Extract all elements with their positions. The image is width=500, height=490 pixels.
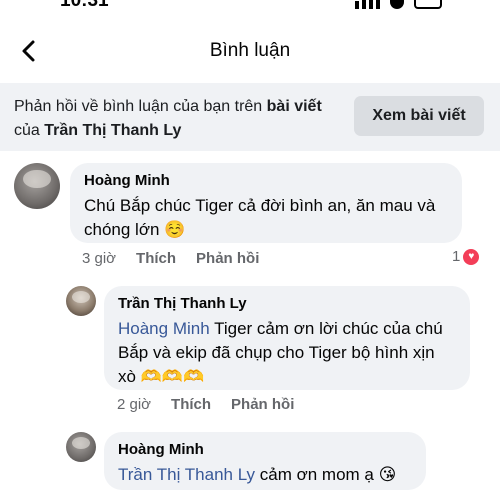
nav-header: Bình luận (0, 22, 500, 80)
mention-link[interactable]: Hoàng Minh (118, 319, 210, 338)
comment-author[interactable]: Hoàng Minh (84, 172, 448, 190)
reaction-count-value: 1 (452, 248, 461, 265)
signal-icon (355, 0, 380, 9)
like-button[interactable]: Thích (171, 396, 211, 413)
mention-link[interactable]: Trần Thị Thanh Ly (118, 465, 255, 484)
comment-author[interactable]: Trần Thị Thanh Ly (118, 295, 456, 313)
comment-bubble[interactable]: Trần Thị Thanh Ly Hoàng Minh Tiger cảm ơ… (104, 286, 470, 390)
status-icons (355, 0, 442, 9)
comment-text: Chú Bắp chúc Tiger cả đời bình an, ăn ma… (84, 196, 436, 239)
comment-actions: 3 giờ Thích Phản hồi (82, 250, 259, 267)
wifi-icon (390, 0, 404, 9)
view-post-button[interactable]: Xem bài viết (354, 96, 484, 136)
comment-author[interactable]: Hoàng Minh (118, 441, 412, 459)
reply-button[interactable]: Phản hồi (196, 250, 259, 267)
comment-actions: 2 giờ Thích Phản hồi (117, 396, 294, 413)
reaction-count[interactable]: 1 ♥ (452, 248, 480, 265)
banner-text-prefix: Phản hồi về bình luận của bạn trên (14, 98, 267, 115)
like-button[interactable]: Thích (136, 250, 176, 267)
post-link[interactable]: bài viết (267, 98, 322, 115)
avatar[interactable] (66, 286, 96, 316)
comment-time[interactable]: 2 giờ (117, 396, 151, 413)
reply-button[interactable]: Phản hồi (231, 396, 294, 413)
context-banner: Phản hồi về bình luận của bạn trên bài v… (0, 83, 500, 151)
comment-time[interactable]: 3 giờ (82, 250, 116, 267)
battery-icon (414, 0, 442, 9)
status-time: 10:31 (60, 0, 109, 11)
avatar[interactable] (14, 163, 60, 209)
comment-body: cảm ơn mom ạ 😘 (255, 465, 397, 484)
comment-bubble[interactable]: Hoàng Minh Trần Thị Thanh Ly cảm ơn mom … (104, 432, 426, 490)
comment-bubble[interactable]: Hoàng Minh Chú Bắp chúc Tiger cả đời bìn… (70, 163, 462, 243)
banner-text: Phản hồi về bình luận của bạn trên bài v… (14, 95, 344, 143)
avatar[interactable] (66, 432, 96, 462)
post-author-link[interactable]: Trần Thị Thanh Ly (44, 122, 181, 139)
page-title: Bình luận (209, 40, 291, 61)
status-bar: 10:31 (0, 0, 500, 14)
heart-reaction-icon: ♥ (463, 248, 480, 265)
comment-text: Trần Thị Thanh Ly cảm ơn mom ạ 😘 (118, 463, 412, 487)
comment-text: Hoàng Minh Tiger cảm ơn lời chúc của chú… (118, 317, 456, 389)
banner-text-middle: của (14, 122, 45, 139)
